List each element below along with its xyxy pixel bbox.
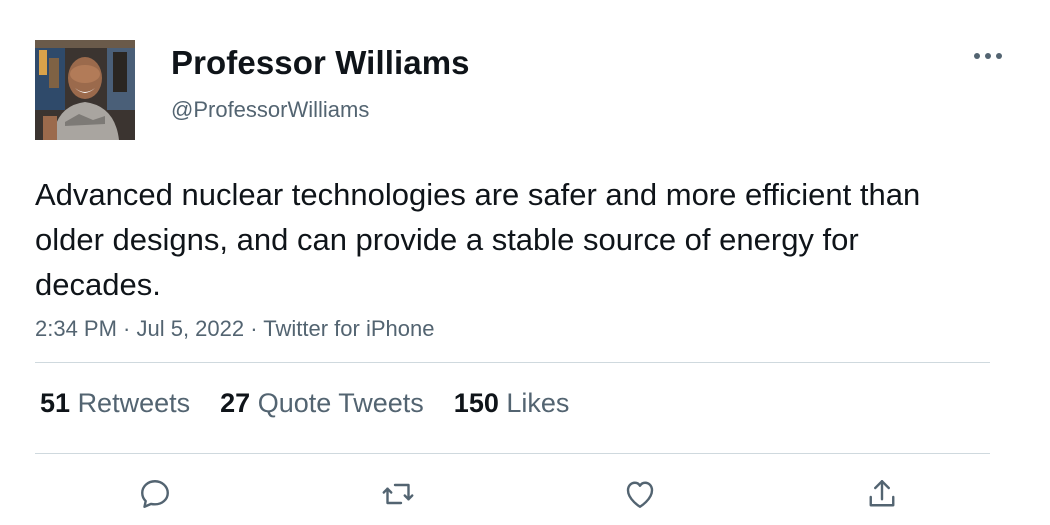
author-name[interactable]: Professor Williams xyxy=(171,44,470,82)
avatar[interactable] xyxy=(35,40,135,140)
more-options-icon[interactable] xyxy=(968,44,1008,68)
heart-icon xyxy=(626,481,654,508)
share-icon xyxy=(869,480,895,507)
action-bar xyxy=(0,474,1050,514)
tweet-timestamp[interactable]: 2:34 PM · Jul 5, 2022 · Twitter for iPho… xyxy=(35,316,434,342)
tweet-text: Advanced nuclear technologies are safer … xyxy=(35,177,921,302)
like-button[interactable] xyxy=(618,474,662,514)
likes-count: 150 xyxy=(453,388,499,418)
retweets-count: 51 xyxy=(40,388,71,418)
share-button[interactable] xyxy=(860,474,904,514)
author-handle[interactable]: @ProfessorWilliams xyxy=(171,97,369,123)
quote-tweets-count: 27 xyxy=(220,388,251,418)
reply-icon xyxy=(141,480,169,508)
divider xyxy=(35,362,990,363)
retweets-label: Retweets xyxy=(77,388,191,418)
divider xyxy=(35,453,990,454)
likes-label: Likes xyxy=(506,388,570,418)
engagement-stats: 51 Retweets 27 Quote Tweets 150 Likes xyxy=(40,388,599,419)
tweet-card: Professor Williams @ProfessorWilliams Ad… xyxy=(0,0,1050,525)
likes-stat[interactable]: 150 Likes xyxy=(454,388,570,419)
retweet-icon xyxy=(382,483,414,505)
retweets-stat[interactable]: 51 Retweets xyxy=(40,388,190,419)
avatar-photo xyxy=(35,40,135,140)
quote-tweets-label: Quote Tweets xyxy=(257,388,424,418)
quote-tweets-stat[interactable]: 27 Quote Tweets xyxy=(220,388,424,419)
retweet-button[interactable] xyxy=(376,474,420,514)
reply-button[interactable] xyxy=(133,474,177,514)
